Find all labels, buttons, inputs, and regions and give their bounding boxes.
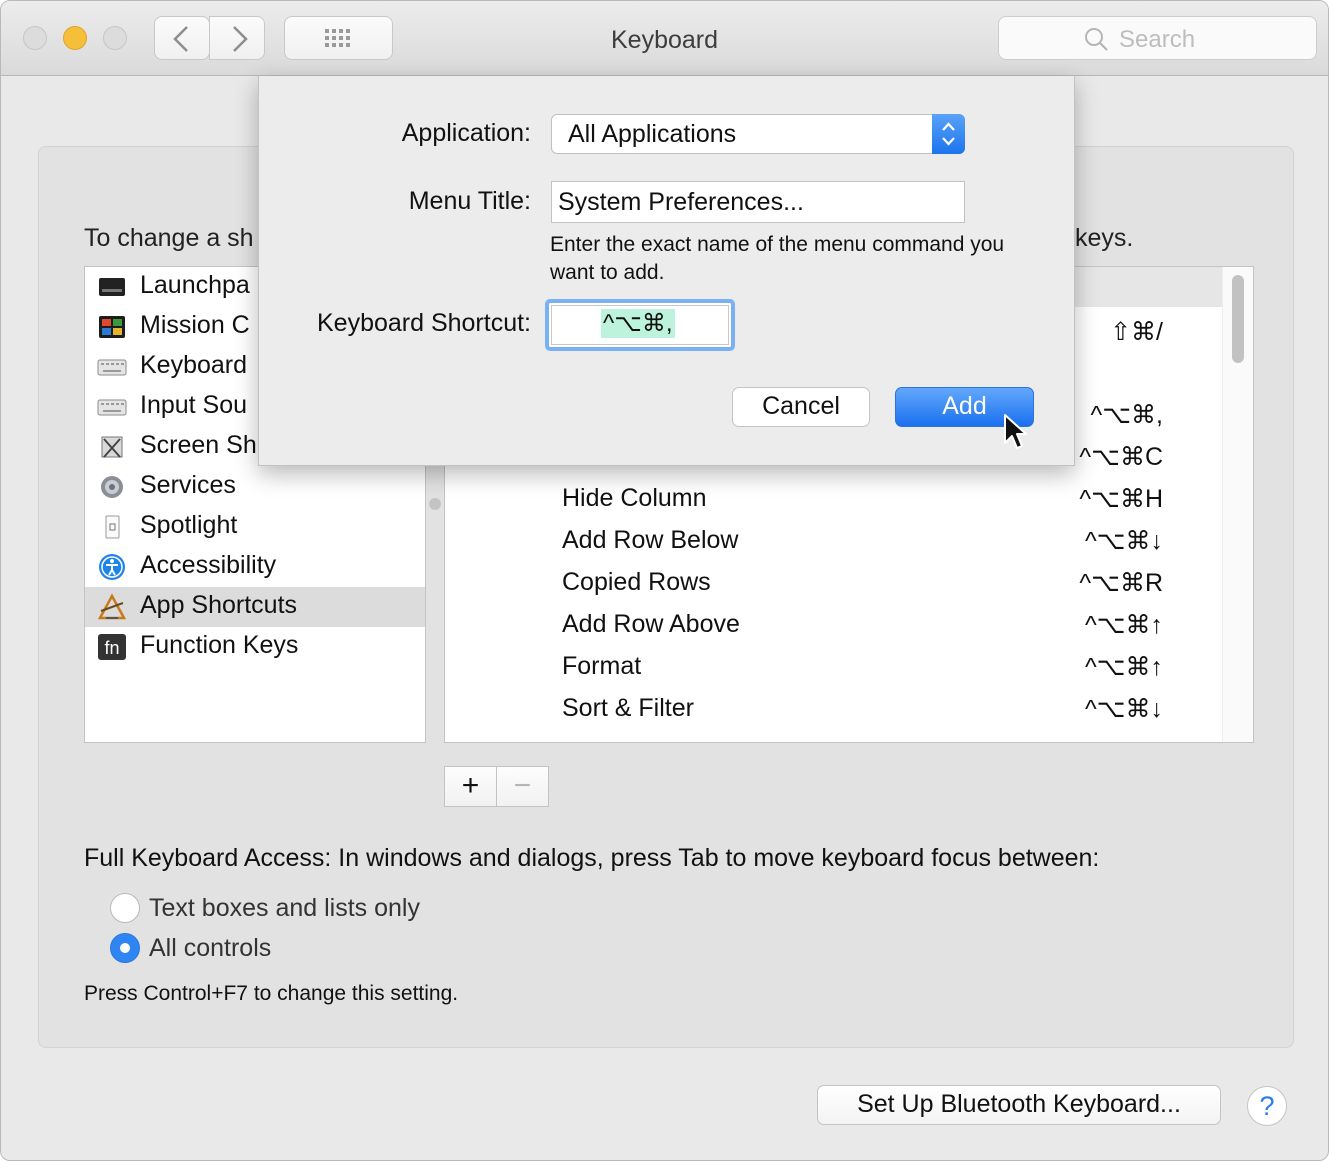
category-label: Screen Sh bbox=[140, 431, 257, 459]
category-label: App Shortcuts bbox=[140, 591, 298, 619]
gear-icon bbox=[101, 476, 123, 498]
keyboard-preferences-window: Keyboard Search To change a sh keys. Lau… bbox=[0, 0, 1329, 1161]
menu-title-field[interactable]: System Preferences... bbox=[551, 181, 965, 223]
search-icon bbox=[1085, 28, 1108, 51]
radio-text-boxes-only[interactable] bbox=[110, 893, 140, 923]
launchpad-icon bbox=[99, 278, 125, 296]
mission-control-icon bbox=[99, 316, 125, 338]
keyboard-shortcut-label: Keyboard Shortcut: bbox=[316, 309, 531, 337]
shortcut-key[interactable]: ⇧⌘/ bbox=[1110, 317, 1163, 347]
shortcut-label: Sort & Filter bbox=[562, 694, 694, 722]
search-field[interactable]: Search bbox=[998, 16, 1317, 60]
shortcut-key[interactable]: ^⌥⌘, bbox=[1091, 400, 1164, 430]
shortcut-key[interactable]: ^⌥⌘↓ bbox=[1085, 526, 1163, 556]
up-down-chevron-icon bbox=[942, 122, 955, 146]
shortcut-label: Format bbox=[562, 652, 642, 680]
title-bar: Keyboard Search bbox=[1, 1, 1328, 76]
app-shortcuts-icon bbox=[97, 593, 127, 620]
shortcut-row[interactable]: Copied Rows ^⌥⌘R bbox=[445, 562, 1253, 604]
shortcut-row[interactable]: Sort & Filter ^⌥⌘↓ bbox=[445, 688, 1253, 730]
application-label: Application: bbox=[401, 119, 531, 147]
shortcut-label: Add Row Above bbox=[562, 610, 740, 638]
spotlight-icon bbox=[105, 515, 120, 539]
category-label: Keyboard bbox=[140, 351, 248, 379]
shortcut-label: Copied Rows bbox=[562, 568, 711, 596]
shortcut-key[interactable]: ^⌥⌘↑ bbox=[1085, 652, 1163, 682]
category-label: Function Keys bbox=[140, 631, 299, 659]
shortcut-key[interactable]: ^⌥⌘↑ bbox=[1085, 610, 1163, 640]
input-sources-icon bbox=[97, 399, 127, 416]
radio-label-text-boxes: Text boxes and lists only bbox=[149, 894, 420, 922]
shortcut-value: ^⌥⌘, bbox=[601, 309, 675, 338]
category-label: Services bbox=[140, 471, 236, 499]
category-label: Input Sou bbox=[140, 391, 248, 419]
radio-all-controls[interactable] bbox=[110, 933, 140, 963]
keyboard-icon bbox=[97, 359, 127, 376]
fn-icon: fn bbox=[98, 634, 126, 660]
popup-arrows bbox=[932, 114, 965, 154]
radio-label-all-controls: All controls bbox=[149, 934, 272, 962]
shortcut-key[interactable]: ^⌥⌘H bbox=[1079, 484, 1163, 514]
shortcut-label: Hide Column bbox=[562, 484, 707, 512]
category-item-accessibility[interactable]: Accessibility bbox=[85, 547, 425, 587]
instructions-text-left: To change a sh bbox=[84, 224, 254, 252]
category-item-function-keys[interactable]: fn Function Keys bbox=[85, 627, 425, 667]
instructions-text-right: keys. bbox=[1075, 224, 1134, 252]
shortcut-row[interactable]: Add Row Above ^⌥⌘↑ bbox=[445, 604, 1253, 646]
keyboard-shortcut-field[interactable]: ^⌥⌘, bbox=[545, 299, 735, 351]
category-label: Spotlight bbox=[140, 511, 238, 539]
cancel-button[interactable]: Cancel bbox=[732, 387, 870, 427]
add-shortcut-sheet: Application: All Applications Menu Title… bbox=[258, 76, 1075, 466]
category-item-spotlight[interactable]: Spotlight bbox=[85, 507, 425, 547]
menu-title-value: System Preferences... bbox=[558, 188, 804, 216]
help-button[interactable]: ? bbox=[1247, 1086, 1287, 1126]
shortcut-label: Add Row Below bbox=[562, 526, 739, 554]
screenshot-icon bbox=[101, 436, 123, 458]
search-placeholder: Search bbox=[1119, 26, 1196, 53]
shortcut-row[interactable]: Add Row Below ^⌥⌘↓ bbox=[445, 520, 1253, 562]
shortcut-row[interactable]: Format ^⌥⌘↑ bbox=[445, 646, 1253, 688]
shortcut-key[interactable]: ^⌥⌘R bbox=[1079, 568, 1163, 598]
shortcut-row[interactable]: Hide Column ^⌥⌘H bbox=[445, 478, 1253, 520]
shortcut-key[interactable]: ^⌥⌘C bbox=[1079, 442, 1163, 472]
full-keyboard-access-label: Full Keyboard Access: In windows and dia… bbox=[84, 844, 1100, 872]
add-shortcut-button[interactable]: + bbox=[444, 766, 497, 807]
shortcut-key[interactable]: ^⌥⌘↓ bbox=[1085, 694, 1163, 724]
category-item-app-shortcuts[interactable]: App Shortcuts bbox=[85, 587, 425, 627]
control-f7-hint: Press Control+F7 to change this setting. bbox=[84, 982, 459, 1005]
scrollbar[interactable] bbox=[1222, 267, 1253, 742]
scrollbar-thumb[interactable] bbox=[1232, 275, 1244, 363]
accessibility-icon bbox=[99, 554, 125, 580]
mouse-pointer-icon bbox=[1004, 414, 1027, 449]
set-up-bluetooth-keyboard-button[interactable]: Set Up Bluetooth Keyboard... bbox=[817, 1085, 1221, 1125]
category-label: Accessibility bbox=[140, 551, 277, 579]
menu-title-description: Enter the exact name of the menu command… bbox=[550, 233, 1005, 284]
application-value: All Applications bbox=[568, 120, 737, 148]
category-label: Launchpa bbox=[140, 271, 250, 299]
application-popup[interactable]: All Applications bbox=[551, 114, 965, 154]
menu-title-label: Menu Title: bbox=[408, 187, 531, 215]
remove-shortcut-button[interactable]: − bbox=[496, 766, 549, 807]
split-view-divider-handle[interactable] bbox=[429, 498, 441, 510]
category-item-services[interactable]: Services bbox=[85, 467, 425, 507]
category-label: Mission C bbox=[140, 311, 250, 339]
svg-text:fn: fn bbox=[104, 638, 119, 658]
